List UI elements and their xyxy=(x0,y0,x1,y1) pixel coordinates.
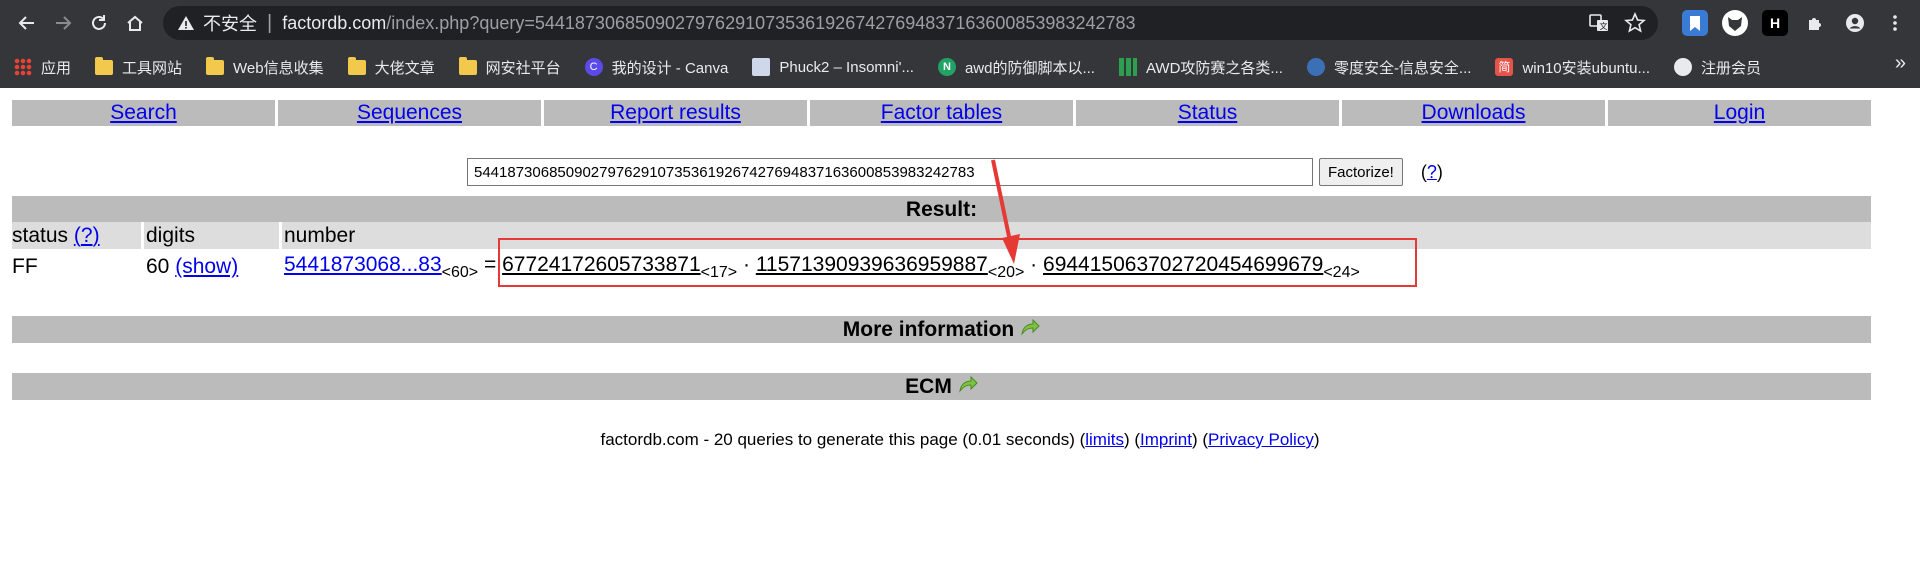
bookmarks-bar: 应用 工具网站 Web信息收集 大佬文章 网安社平台 C 我的设计 - Canv… xyxy=(0,46,1920,88)
warning-icon xyxy=(178,16,194,30)
footer-limits-link[interactable]: limits xyxy=(1085,430,1124,449)
bookmark-win10-ubuntu[interactable]: 简 win10安装ubuntu... xyxy=(1495,57,1650,78)
folder-icon xyxy=(458,56,477,75)
svg-text:文: 文 xyxy=(1600,21,1608,31)
nav-status[interactable]: Status xyxy=(1076,100,1339,126)
bookmark-tools[interactable]: 工具网站 xyxy=(95,56,182,78)
annotation-highlight-box xyxy=(498,238,1417,287)
green-arrow-icon xyxy=(1021,319,1040,336)
extension-fox-icon[interactable] xyxy=(1722,10,1748,36)
bookmark-web-info[interactable]: Web信息收集 xyxy=(206,56,324,78)
globe-icon xyxy=(1674,58,1693,76)
factorize-button[interactable]: Factorize! xyxy=(1319,158,1403,186)
bookmark-register[interactable]: 注册会员 xyxy=(1674,57,1761,78)
footer-imprint-link[interactable]: Imprint xyxy=(1140,430,1192,449)
green-arrow-icon xyxy=(959,376,978,393)
footer-privacy-link[interactable]: Privacy Policy xyxy=(1208,430,1314,449)
browser-chrome: 不安全 | factordb.com/index.php?query=54418… xyxy=(0,0,1920,88)
forward-button[interactable] xyxy=(48,5,79,41)
bookmark-star-icon[interactable] xyxy=(1624,12,1646,34)
browser-toolbar: 不安全 | factordb.com/index.php?query=54418… xyxy=(0,0,1920,46)
profile-avatar-icon[interactable] xyxy=(1842,10,1868,36)
more-information-bar[interactable]: More information xyxy=(12,316,1871,343)
browser-menu-icon[interactable] xyxy=(1882,10,1908,36)
page-footer: factordb.com - 20 queries to generate th… xyxy=(600,430,1320,449)
bookmark-articles[interactable]: 大佬文章 xyxy=(347,56,435,78)
insecure-label: 不安全 xyxy=(203,14,257,34)
nav-downloads[interactable]: Downloads xyxy=(1342,100,1605,126)
bookmark-canva[interactable]: C 我的设计 - Canva xyxy=(584,57,728,78)
back-arrow-icon xyxy=(18,16,35,30)
home-icon xyxy=(126,15,143,31)
number-digit-count: <60> xyxy=(441,264,479,281)
jian-icon: 简 xyxy=(1495,58,1514,76)
digits-value: 60 (show) xyxy=(146,255,239,278)
status-value: FF xyxy=(12,255,38,278)
bookmark-zero-security[interactable]: 零度安全-信息安全... xyxy=(1306,57,1471,78)
show-number-link[interactable]: (show) xyxy=(175,255,238,278)
folder-icon xyxy=(206,56,225,75)
forward-arrow-icon xyxy=(56,16,72,30)
home-button[interactable] xyxy=(119,5,150,41)
search-help-link[interactable]: (?) xyxy=(1421,162,1443,183)
gear-icon xyxy=(1306,58,1325,76)
back-button[interactable] xyxy=(12,5,43,41)
nav-login[interactable]: Login xyxy=(1608,100,1871,126)
nav-factor-tables[interactable]: Factor tables xyxy=(810,100,1073,126)
url-text: factordb.com/index.php?query=54418730685… xyxy=(282,12,1136,33)
header-status: status (?) xyxy=(12,224,100,247)
extension-bookmark-icon[interactable] xyxy=(1682,10,1708,36)
bookmarks-overflow-icon[interactable]: » xyxy=(1895,52,1906,75)
address-separator: | xyxy=(267,11,273,34)
page-icon xyxy=(752,58,771,76)
equals-sign: = xyxy=(483,253,497,276)
folder-icon xyxy=(95,56,114,75)
n-icon: N xyxy=(937,58,956,76)
annotation-arrow-icon xyxy=(991,159,1020,264)
result-title: Result: xyxy=(12,196,1871,223)
header-digits: digits xyxy=(141,222,279,249)
reload-button[interactable] xyxy=(84,5,115,41)
extensions-puzzle-icon[interactable] xyxy=(1802,10,1828,36)
bookmark-awd-defense[interactable]: N awd的防御脚本以... xyxy=(937,57,1095,78)
green-bars-icon xyxy=(1118,58,1137,76)
apps-grid-icon xyxy=(14,58,32,76)
bookmark-awd-attack[interactable]: AWD攻防赛之各类... xyxy=(1118,57,1283,78)
reload-icon xyxy=(91,15,106,30)
ecm-bar[interactable]: ECM xyxy=(12,373,1871,400)
folder-icon xyxy=(347,56,366,75)
translate-icon[interactable]: 文 xyxy=(1588,12,1610,34)
bookmark-phuck2[interactable]: Phuck2 – Insomni'... xyxy=(752,58,914,76)
number-link[interactable]: 5441873068...83 xyxy=(284,253,442,276)
status-help-link[interactable]: (?) xyxy=(74,224,100,247)
search-form: Factorize! (?) xyxy=(467,158,1443,186)
canva-icon: C xyxy=(584,58,603,76)
extension-h-icon[interactable]: H xyxy=(1762,10,1788,36)
query-input[interactable] xyxy=(467,158,1313,186)
bookmark-platform[interactable]: 网安社平台 xyxy=(458,56,561,78)
address-bar[interactable]: 不安全 | factordb.com/index.php?query=54418… xyxy=(163,6,1658,40)
factordb-page: Search Sequences Report results Factor t… xyxy=(0,88,1920,578)
nav-search[interactable]: Search xyxy=(12,100,275,126)
top-navigation: Search Sequences Report results Factor t… xyxy=(12,100,1871,126)
bookmark-apps[interactable]: 应用 xyxy=(14,57,71,78)
extensions-area: H xyxy=(1682,10,1908,36)
nav-report-results[interactable]: Report results xyxy=(544,100,807,126)
nav-sequences[interactable]: Sequences xyxy=(278,100,541,126)
